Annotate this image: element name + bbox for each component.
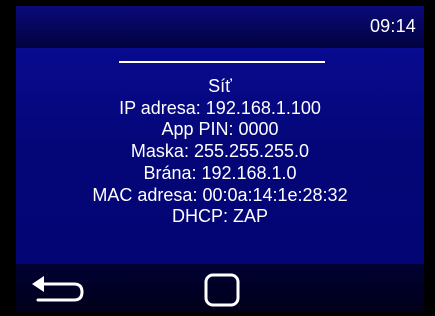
nav-bar <box>16 264 424 312</box>
device-frame: 09:14 Síť IP adresa: 192.168.1.100 App P… <box>0 0 435 316</box>
app-pin-text: App PIN: 0000 <box>161 119 279 140</box>
dhcp-status-text: DHCP: ZAP <box>171 206 268 227</box>
page-title: Síť <box>208 76 232 96</box>
back-button[interactable] <box>30 272 90 306</box>
status-bar: 09:14 <box>16 6 424 48</box>
network-info-panel: Síť IP adresa: 192.168.1.100 App PIN: 00… <box>16 76 424 228</box>
clock: 09:14 <box>369 16 416 36</box>
square-home-icon <box>204 273 240 307</box>
subnet-mask-text: Maska: 255.255.255.0 <box>130 141 310 162</box>
gateway-text: Brána: 192.168.1.0 <box>143 162 297 183</box>
device-screen: 09:14 Síť IP adresa: 192.168.1.100 App P… <box>16 6 424 312</box>
home-button[interactable] <box>202 272 242 308</box>
mac-address-text: MAC adresa: 00:0a:14:1e:28:32 <box>92 184 348 205</box>
title-divider <box>119 61 325 63</box>
ip-address-text: IP adresa: 192.168.1.100 <box>119 97 321 118</box>
back-arrow-icon <box>32 276 84 302</box>
